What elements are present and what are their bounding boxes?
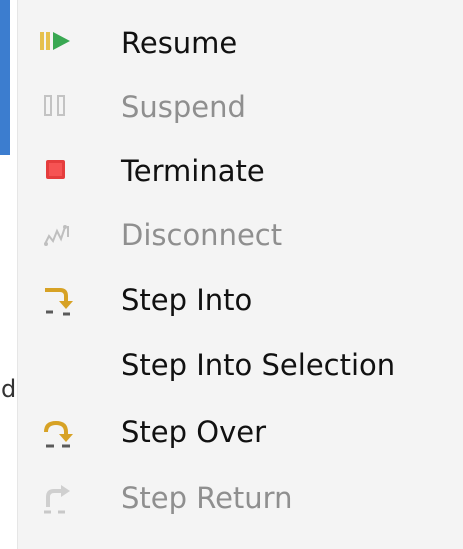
menu-item-suspend[interactable]: Suspend [18,75,463,139]
step-into-icon [38,280,78,320]
step-over-icon [38,412,78,452]
menu-item-step-return[interactable]: Step Return [18,466,463,530]
screen: d Resume Suspend Terminate Disconnect St… [0,0,463,549]
menu-item-step-into-selection[interactable]: Step Into Selection [18,333,463,397]
menu-item-step-over[interactable]: Step Over [18,400,463,464]
menu-item-disconnect[interactable]: Disconnect [18,203,463,267]
menu-item-terminate[interactable]: Terminate [18,139,463,203]
menu-item-step-into[interactable]: Step Into [18,268,463,332]
debug-context-menu: Resume Suspend Terminate Disconnect Step… [18,0,463,549]
menu-item-label-step-return: Step Return [121,481,293,515]
partial-background-text: d [1,375,17,403]
background-editor-strip: d [0,0,18,549]
step-return-icon [38,478,78,518]
resume-icon [38,23,78,63]
menu-item-label-suspend: Suspend [121,90,246,124]
menu-item-label-resume: Resume [121,26,238,60]
blue-accent-bar [0,0,10,155]
menu-item-resume[interactable]: Resume [18,11,463,75]
menu-item-label-step-into: Step Into [121,283,253,317]
menu-item-label-disconnect: Disconnect [121,218,283,252]
disconnect-icon [38,215,78,255]
menu-item-label-step-over: Step Over [121,415,266,449]
menu-item-label-step-into-selection: Step Into Selection [121,348,396,382]
suspend-icon [38,87,78,127]
menu-item-label-terminate: Terminate [121,154,265,188]
terminate-icon [38,151,78,191]
